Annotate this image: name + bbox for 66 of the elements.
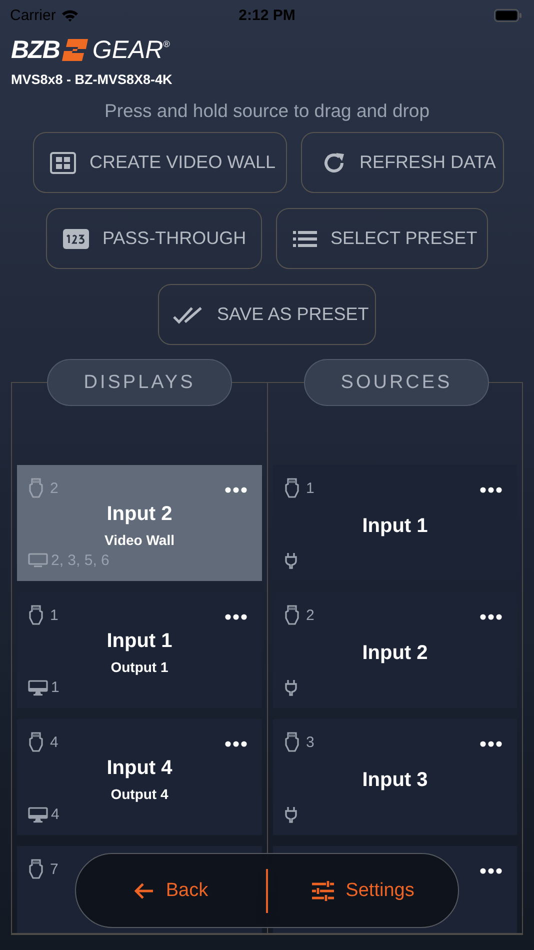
action-button[interactable]: REFRESH DATA — [300, 132, 504, 193]
input-name: Input 2 — [106, 503, 172, 526]
source-number: 1 — [50, 606, 58, 624]
carrier-name: Carrier — [10, 6, 56, 24]
connector-icon — [285, 605, 299, 625]
plug-icon — [284, 552, 298, 569]
output-numbers: 1 — [51, 679, 60, 696]
section-tab[interactable]: SOURCES — [304, 359, 489, 406]
refresh-icon — [322, 150, 346, 174]
output-name: Output 4 — [110, 786, 168, 802]
input-name: Input 1 — [106, 630, 172, 653]
input-name: Input 3 — [362, 769, 428, 792]
registered-mark: ® — [163, 39, 169, 49]
plug-icon — [284, 806, 298, 823]
input-name: Input 4 — [106, 757, 172, 780]
connector-icon — [285, 732, 299, 752]
source-number: 2 — [306, 606, 314, 624]
wifi-icon — [60, 8, 79, 22]
output-name: Output 1 — [110, 659, 168, 675]
input-name: Input 2 — [362, 642, 428, 665]
source-number: 7 — [50, 860, 58, 878]
source-number: 1 — [306, 480, 314, 496]
more-icon[interactable] — [225, 741, 247, 747]
more-icon[interactable] — [480, 741, 502, 747]
settings-button[interactable]: Settings — [268, 862, 458, 920]
section-tab[interactable]: DISPLAYS — [47, 359, 232, 406]
display-card[interactable]: 2 Input 2 Video Wall 2, 3, 5, 6 — [17, 465, 262, 581]
grid-icon — [50, 152, 76, 174]
source-card[interactable]: 3 Input 3 — [273, 719, 517, 835]
action-button[interactable]: SELECT PRESET — [276, 208, 488, 269]
monitor-icon — [28, 806, 48, 822]
connector-icon — [29, 732, 43, 752]
device-name: MVS8x8 - BZ-MVS8X8-4K — [11, 72, 172, 87]
more-icon[interactable] — [480, 614, 502, 620]
logo-text: GEAR — [92, 36, 164, 64]
monitor-icon — [28, 553, 48, 568]
arrow-left-icon — [134, 882, 154, 898]
more-icon[interactable] — [225, 614, 247, 620]
display-card[interactable]: 4 Input 4 Output 4 4 — [17, 719, 262, 835]
logo-text: BZB — [11, 36, 60, 64]
sliders-icon — [312, 880, 334, 900]
numbers-icon — [62, 228, 88, 248]
clock-time: 2:12 PM — [238, 6, 296, 24]
list-icon — [292, 230, 316, 246]
input-name: Input 1 — [362, 515, 428, 538]
action-button[interactable]: CREATE VIDEO WALL — [32, 132, 286, 193]
source-number: 4 — [50, 734, 58, 750]
more-icon[interactable] — [480, 487, 502, 493]
connector-icon — [285, 478, 299, 498]
drag-hint: Press and hold source to drag and drop — [104, 100, 430, 121]
double-check-icon — [173, 306, 203, 324]
battery-icon — [494, 8, 522, 22]
output-numbers: 2, 3, 5, 6 — [51, 552, 110, 569]
output-numbers: 4 — [51, 806, 60, 823]
more-icon[interactable] — [480, 868, 502, 874]
back-button[interactable]: Back — [76, 862, 266, 920]
source-number: 2 — [50, 480, 58, 496]
connector-icon — [29, 859, 43, 879]
monitor-icon — [28, 680, 48, 696]
action-button[interactable]: PASS-THROUGH — [46, 208, 262, 269]
connector-icon — [29, 478, 43, 498]
action-button[interactable]: SAVE AS PRESET — [158, 284, 376, 345]
output-name: Video Wall — [104, 532, 174, 548]
source-number: 3 — [306, 734, 314, 750]
connector-icon — [29, 605, 43, 625]
plug-icon — [284, 679, 298, 696]
